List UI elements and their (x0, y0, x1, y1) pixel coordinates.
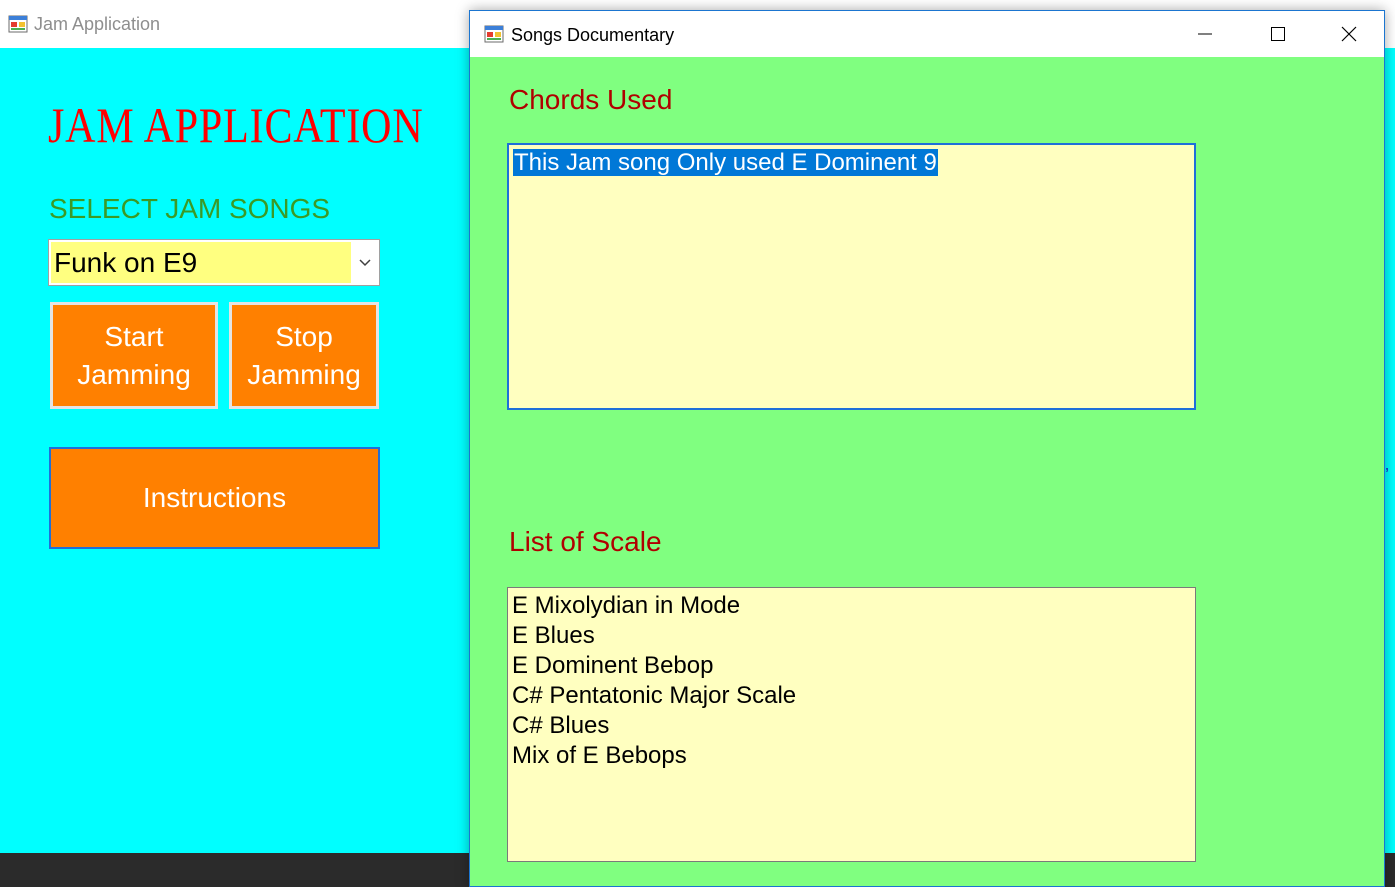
close-icon (1341, 26, 1357, 42)
scale-line[interactable]: Mix of E Bebops (512, 741, 1191, 771)
scales-textbox[interactable]: E Mixolydian in Mode E Blues E Dominent … (507, 587, 1196, 862)
stop-jamming-label: Stop Jamming (247, 320, 361, 390)
start-jamming-label: Start Jamming (77, 320, 191, 390)
scale-line[interactable]: E Mixolydian in Mode (512, 591, 1191, 621)
dialog-titlebar[interactable]: Songs Documentary (470, 11, 1384, 57)
instructions-button[interactable]: Instructions (49, 447, 380, 549)
background-fragment: ’ (1385, 465, 1389, 485)
chevron-down-icon[interactable] (356, 253, 374, 271)
app-icon (8, 14, 28, 34)
scale-line[interactable]: E Blues (512, 621, 1191, 651)
list-of-scale-label: List of Scale (509, 526, 662, 557)
minimize-button[interactable] (1170, 11, 1240, 57)
start-jamming-button[interactable]: Start Jamming (50, 302, 218, 409)
select-songs-label: SELECT JAM SONGS (49, 193, 331, 224)
chords-used-label: Chords Used (509, 84, 673, 115)
scale-line[interactable]: E Dominent Bebop (512, 651, 1191, 681)
instructions-label: Instructions (142, 482, 287, 513)
maximize-button[interactable] (1243, 11, 1313, 57)
dialog-title: Songs Documentary (511, 25, 675, 45)
minimize-icon (1198, 33, 1212, 35)
chords-textbox[interactable]: This Jam song Only used E Dominent 9 (507, 143, 1196, 410)
songs-documentary-window: Songs Documentary Chords Used This Jam s… (469, 10, 1385, 887)
close-button[interactable] (1314, 11, 1384, 57)
app-icon (484, 24, 504, 44)
song-select-value[interactable]: Funk on E9 (51, 242, 351, 283)
main-window-title: Jam Application (34, 14, 161, 34)
chords-text[interactable]: This Jam song Only used E Dominent 9 (513, 149, 938, 176)
stop-jamming-button[interactable]: Stop Jamming (229, 302, 379, 409)
maximize-icon (1271, 27, 1285, 41)
song-select-dropdown[interactable]: Funk on E9 (48, 239, 380, 286)
app-heading: JAM APPLICATION (48, 97, 424, 153)
scale-line[interactable]: C# Pentatonic Major Scale (512, 681, 1191, 711)
scale-line[interactable]: C# Blues (512, 711, 1191, 741)
taskbar (0, 853, 469, 887)
